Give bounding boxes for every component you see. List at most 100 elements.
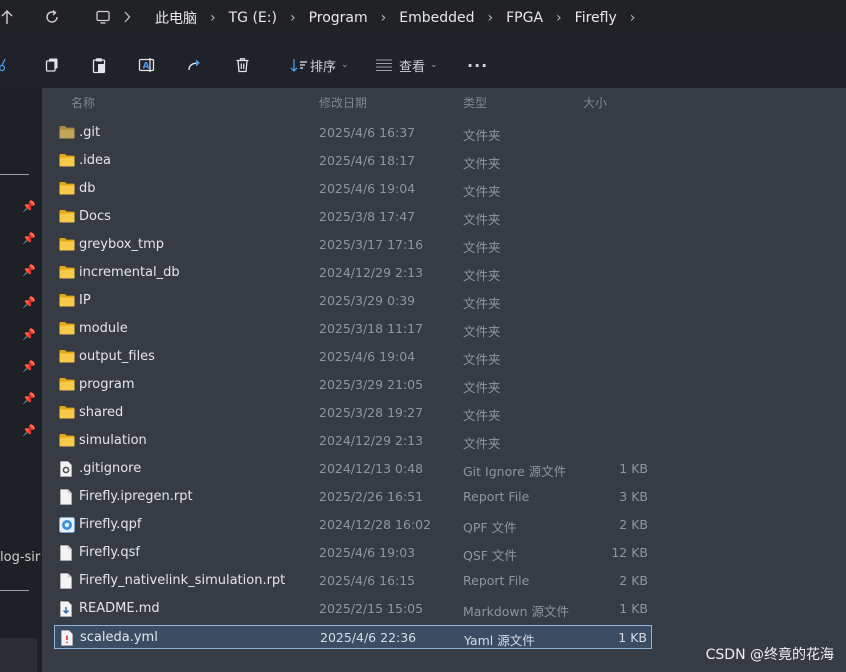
file-row[interactable]: simulation 2024/12/29 2:13 文件夹 xyxy=(54,429,652,453)
file-name: .git xyxy=(79,125,101,140)
crumb-this-pc[interactable]: 此电脑 xyxy=(155,8,197,28)
watermark: CSDN @终竟的花海 xyxy=(705,647,834,663)
file-type: Report File xyxy=(463,489,530,504)
pin-icon[interactable]: 📌 xyxy=(22,232,36,245)
view-label: 查看 xyxy=(399,59,426,75)
pin-icon[interactable]: 📌 xyxy=(22,296,36,309)
column-header-name[interactable]: 名称 xyxy=(71,94,95,111)
chevron-right-icon[interactable]: › xyxy=(617,10,649,26)
file-row[interactable]: Firefly_nativelink_simulation.rpt 2025/4/… xyxy=(54,569,652,593)
pin-icon[interactable]: 📌 xyxy=(22,424,36,437)
file-modified-date: 2025/4/6 19:04 xyxy=(319,181,416,196)
file-size: 1 KB xyxy=(618,630,647,645)
file-row[interactable]: Docs 2025/3/8 17:47 文件夹 xyxy=(54,205,652,229)
file-modified-date: 2025/4/6 16:37 xyxy=(319,125,416,140)
file-row[interactable]: Firefly.qsf 2025/4/6 19:03 QSF 文件 12 KB xyxy=(54,541,652,565)
chevron-right-icon[interactable]: › xyxy=(475,10,507,26)
file-size: 12 KB xyxy=(611,545,648,560)
more-options-button[interactable]: ··· xyxy=(467,56,488,75)
crumb-embedded[interactable]: Embedded xyxy=(399,10,474,26)
crumb-fpga[interactable]: FPGA xyxy=(506,10,543,26)
pin-icon[interactable]: 📌 xyxy=(22,392,36,405)
file-modified-date: 2025/3/29 0:39 xyxy=(319,293,416,308)
file-row[interactable]: program 2025/3/29 21:05 文件夹 xyxy=(54,373,652,397)
file-row[interactable]: Firefly.qpf 2024/12/28 16:02 QPF 文件 2 KB xyxy=(54,513,652,537)
column-header-type[interactable]: 类型 xyxy=(463,94,487,111)
folder-icon xyxy=(59,433,75,448)
folder-icon xyxy=(59,321,75,336)
file-size: 3 KB xyxy=(619,489,648,504)
chevron-down-icon: ⌄ xyxy=(341,60,349,70)
sort-icon xyxy=(290,59,307,72)
file-type: 文件夹 xyxy=(463,296,501,311)
file-name: Firefly_nativelink_simulation.rpt xyxy=(79,573,286,588)
chevron-right-icon[interactable]: › xyxy=(368,10,400,26)
file-icon xyxy=(59,489,75,505)
file-row[interactable]: .idea 2025/4/6 18:17 文件夹 xyxy=(54,149,652,173)
pin-icon[interactable]: 📌 xyxy=(22,328,36,341)
file-row[interactable]: shared 2025/3/28 19:27 文件夹 xyxy=(54,401,652,425)
sort-button[interactable]: 排序 ⌄ xyxy=(290,56,349,75)
file-name: Docs xyxy=(79,209,111,224)
file-size: 2 KB xyxy=(619,517,648,532)
file-type: 文件夹 xyxy=(463,184,501,199)
monitor-icon[interactable] xyxy=(93,7,113,27)
crumb-drive[interactable]: TG (E:) xyxy=(229,10,277,26)
column-header-row: 名称 修改日期 类型 大小 xyxy=(42,88,846,114)
file-name: IP xyxy=(79,293,91,308)
pin-icon[interactable]: 📌 xyxy=(22,264,36,277)
file-row[interactable]: module 2025/3/18 11:17 文件夹 xyxy=(54,317,652,341)
file-row[interactable]: IP 2025/3/29 0:39 文件夹 xyxy=(54,289,652,313)
file-type: 文件夹 xyxy=(463,128,501,143)
up-arrow-icon[interactable] xyxy=(0,7,17,27)
folder-icon xyxy=(59,209,75,224)
file-modified-date: 2024/12/13 0:48 xyxy=(319,461,424,476)
file-type: QPF 文件 xyxy=(463,520,517,535)
file-row[interactable]: db 2025/4/6 19:04 文件夹 xyxy=(54,177,652,201)
sidebar-item-label[interactable]: log-sir xyxy=(0,550,40,565)
file-type: 文件夹 xyxy=(463,436,501,451)
column-header-date[interactable]: 修改日期 xyxy=(319,94,367,111)
file-modified-date: 2025/3/17 17:16 xyxy=(319,237,424,252)
file-modified-date: 2025/2/15 15:05 xyxy=(319,601,424,616)
column-header-size[interactable]: 大小 xyxy=(583,94,607,111)
folder-icon xyxy=(59,237,75,252)
sidebar-item[interactable] xyxy=(0,638,37,672)
rename-icon[interactable]: A xyxy=(138,56,156,74)
refresh-icon[interactable] xyxy=(42,7,62,27)
crumb-firefly[interactable]: Firefly xyxy=(575,10,617,26)
chevron-right-icon[interactable] xyxy=(117,7,137,27)
file-name: scaleda.yml xyxy=(80,630,158,645)
trash-icon[interactable] xyxy=(235,56,250,74)
file-modified-date: 2025/3/28 19:27 xyxy=(319,405,424,420)
file-name: greybox_tmp xyxy=(79,237,165,252)
file-modified-date: 2025/4/6 22:36 xyxy=(320,630,417,645)
folder-icon xyxy=(59,265,75,280)
view-button[interactable]: 查看 ⌄ xyxy=(375,56,438,75)
cut-icon[interactable] xyxy=(0,56,8,74)
file-row[interactable]: README.md 2025/2/15 15:05 Markdown 源文件 1 KB xyxy=(54,597,652,621)
chevron-right-icon[interactable]: › xyxy=(543,10,575,26)
file-row[interactable]: .git 2025/4/6 16:37 文件夹 xyxy=(54,121,652,145)
copy-icon[interactable] xyxy=(44,56,60,74)
pin-icon[interactable]: 📌 xyxy=(22,360,36,373)
file-row[interactable]: output_files 2025/4/6 19:04 文件夹 xyxy=(54,345,652,369)
file-row[interactable]: incremental_db 2024/12/29 2:13 文件夹 xyxy=(54,261,652,285)
paste-icon[interactable] xyxy=(91,56,107,74)
share-icon[interactable] xyxy=(187,56,203,74)
chevron-right-icon[interactable]: › xyxy=(277,10,309,26)
file-row[interactable]: Firefly.ipregen.rpt 2025/2/26 16:51 Report… xyxy=(54,485,652,509)
file-type: 文件夹 xyxy=(463,268,501,283)
file-row[interactable]: scaleda.yml 2025/4/6 22:36 Yaml 源文件 1 KB xyxy=(54,625,652,649)
file-type: 文件夹 xyxy=(463,240,501,255)
crumb-program[interactable]: Program xyxy=(309,10,368,26)
navigation-pane: 📌 📌 📌 📌 📌 📌 📌 📌 log-sir xyxy=(0,88,42,672)
file-name: README.md xyxy=(79,601,160,616)
pin-icon[interactable]: 📌 xyxy=(22,200,36,213)
file-type: 文件夹 xyxy=(463,380,501,395)
chevron-right-icon[interactable]: › xyxy=(197,10,229,26)
file-row[interactable]: greybox_tmp 2025/3/17 17:16 文件夹 xyxy=(54,233,652,257)
file-row[interactable]: .gitignore 2024/12/13 0:48 Git Ignore 源文件 1… xyxy=(54,457,652,481)
quartus-file-icon xyxy=(59,517,75,533)
folder-icon xyxy=(59,377,75,392)
